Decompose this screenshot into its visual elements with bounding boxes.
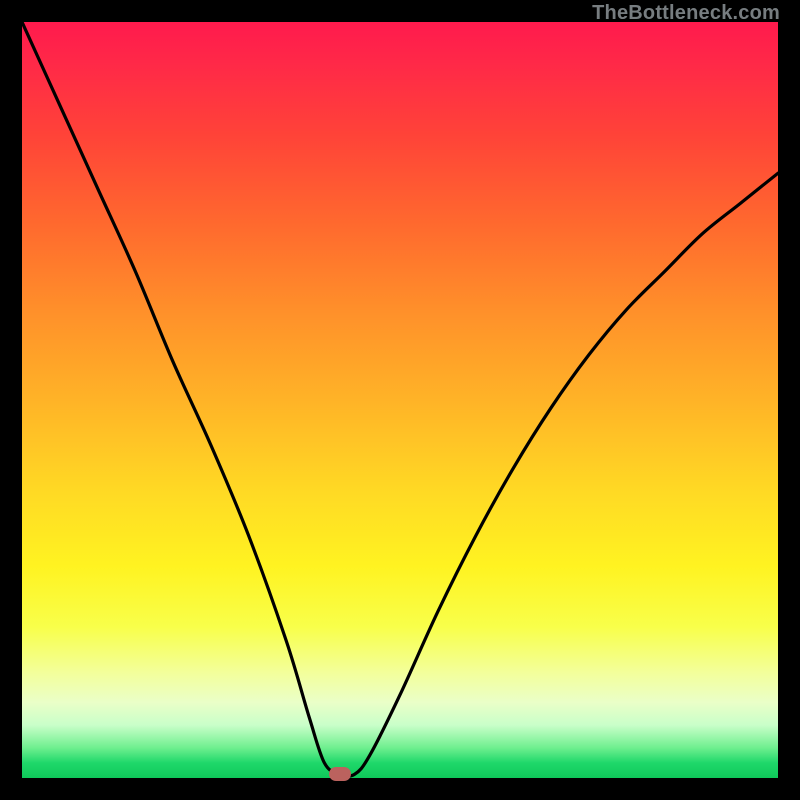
chart-frame: TheBottleneck.com — [0, 0, 800, 800]
plot-area — [22, 22, 778, 778]
curve-svg — [22, 22, 778, 778]
optimal-point-marker — [329, 767, 351, 781]
bottleneck-curve-path — [22, 22, 778, 776]
